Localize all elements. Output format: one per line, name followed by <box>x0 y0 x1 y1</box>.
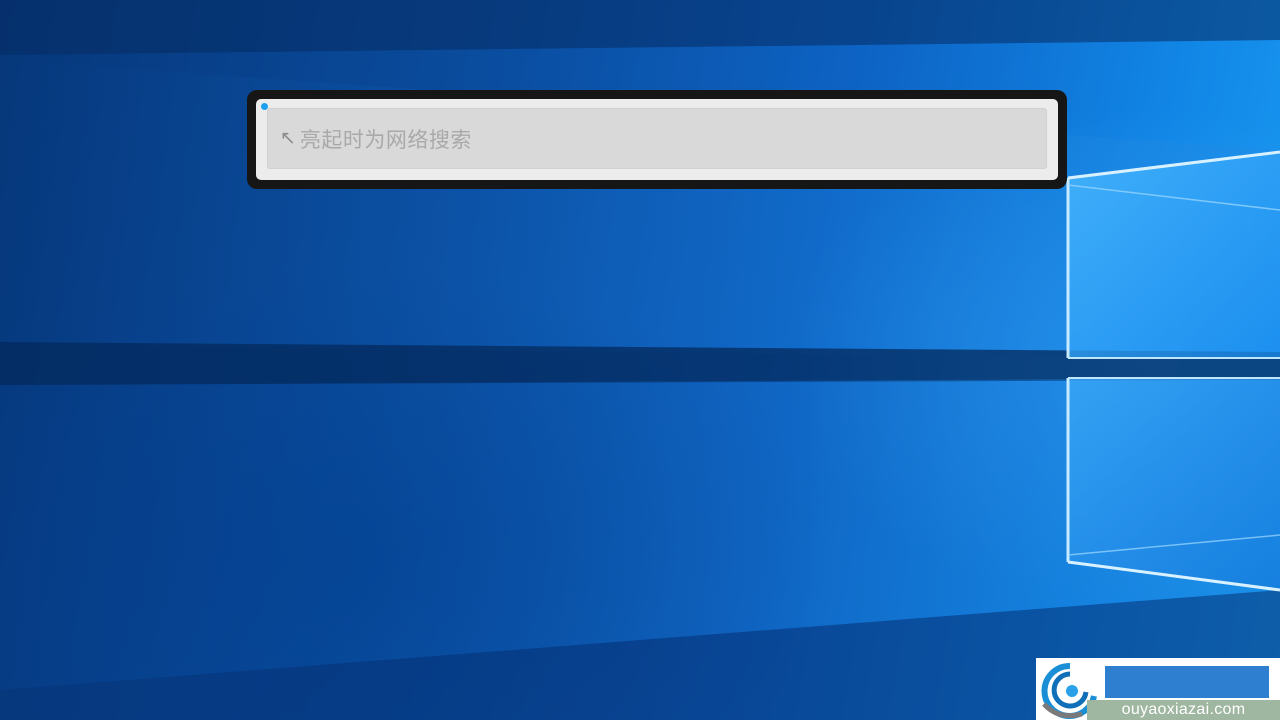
search-panel: ↖ 亮起时为网络搜索 <box>256 99 1058 180</box>
watermark-site-url: ouyaoxiazai.com <box>1087 700 1280 720</box>
search-input[interactable]: ↖ 亮起时为网络搜索 <box>267 108 1047 169</box>
site-watermark: ouyaoxiazai.com <box>1036 658 1280 720</box>
watermark-banner <box>1105 666 1269 698</box>
search-popup: ↖ 亮起时为网络搜索 <box>247 90 1067 189</box>
arrow-cursor-icon: ↖ <box>280 127 296 149</box>
search-placeholder: 亮起时为网络搜索 <box>299 127 472 152</box>
focus-indicator-dot <box>261 103 268 110</box>
